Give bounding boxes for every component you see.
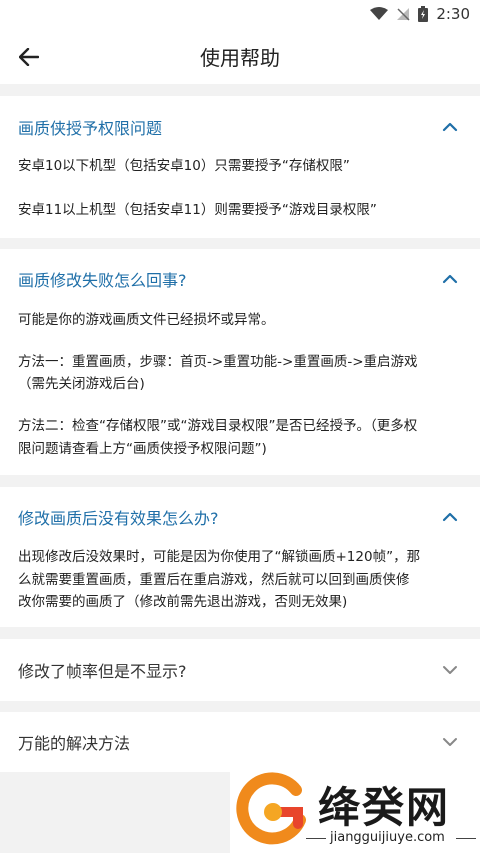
faq-question: 修改画质后没有效果怎么办? <box>18 509 219 528</box>
faq-answer-line: 改你需要的画质了（修改前需先退出游戏，否则无效果) <box>18 594 348 610</box>
faq-answer-line: 出现修改后没效果时，可能是因为你使用了“解锁画质+120帧”，那 <box>18 549 421 565</box>
faq-question-row[interactable]: 万能的解决方法 <box>0 720 480 764</box>
faq-answer-line: （需先关闭游戏后台) <box>18 376 145 392</box>
status-time: 2:30 <box>436 5 470 23</box>
faq-question: 万能的解决方法 <box>18 734 131 753</box>
faq-card-universal-fix[interactable]: 万能的解决方法 <box>0 712 480 772</box>
faq-answer-line: 方法二：检查“存储权限”或“游戏目录权限”是否已经授予。（更多权 <box>18 418 418 434</box>
status-bar: 2:30 <box>0 0 480 28</box>
faq-answer-line: 么就需要重置画质，重置后在重启游戏，然后就可以回到画质侠修 <box>18 572 410 588</box>
chevron-up-icon <box>442 512 458 522</box>
faq-answer-line: 限问题请查看上方“画质侠授予权限问题”) <box>18 441 267 457</box>
chevron-up-icon <box>442 122 458 132</box>
chevron-down-icon <box>443 738 457 746</box>
faq-question: 画质侠授予权限问题 <box>18 119 163 138</box>
no-signal-icon <box>397 8 410 21</box>
watermark-logo-icon <box>236 772 306 845</box>
wifi-icon <box>370 7 389 20</box>
faq-answer-line: 可能是你的游戏画质文件已经损坏或异常。 <box>18 312 275 328</box>
faq-question: 画质修改失败怎么回事? <box>18 271 187 290</box>
watermark-name: 绛癸网 <box>318 783 451 832</box>
watermark-url: jiangguijiuye.com <box>330 830 445 845</box>
faq-question-row[interactable]: 画质修改失败怎么回事? <box>0 257 480 301</box>
watermark: 绛癸网 jiangguijiuye.com <box>230 770 480 853</box>
faq-card-framerate[interactable]: 修改了帧率但是不显示? <box>0 639 480 701</box>
faq-card-failure: 画质修改失败怎么回事? 可能是你的游戏画质文件已经损坏或异常。 方法一：重置画质… <box>0 249 480 475</box>
battery-icon <box>418 6 429 22</box>
faq-question-row[interactable]: 修改了帧率但是不显示? <box>0 648 480 692</box>
faq-answer-line: 安卓10以下机型（包括安卓10）只需要授予“存储权限” <box>18 158 350 174</box>
faq-question: 修改了帧率但是不显示? <box>18 662 187 681</box>
page-title: 使用帮助 <box>200 45 280 70</box>
faq-answer-line: 方法一：重置画质，步骤：首页->重置功能->重置画质->重启游戏 <box>18 354 418 370</box>
chevron-up-icon <box>442 274 458 284</box>
faq-question-row[interactable]: 画质侠授予权限问题 <box>0 105 480 149</box>
faq-card-no-effect: 修改画质后没有效果怎么办? 出现修改后没效果时，可能是因为你使用了“解锁画质+1… <box>0 487 480 627</box>
back-button[interactable] <box>12 40 46 74</box>
faq-question-row[interactable]: 修改画质后没有效果怎么办? <box>0 495 480 539</box>
faq-answer-line: 安卓11以上机型（包括安卓11）则需要授予“游戏目录权限” <box>18 202 377 218</box>
app-bar: 使用帮助 <box>0 28 480 84</box>
chevron-down-icon <box>443 666 457 674</box>
arrow-left-icon <box>19 48 39 66</box>
faq-card-permissions: 画质侠授予权限问题 安卓10以下机型（包括安卓10）只需要授予“存储权限” 安卓… <box>0 96 480 238</box>
